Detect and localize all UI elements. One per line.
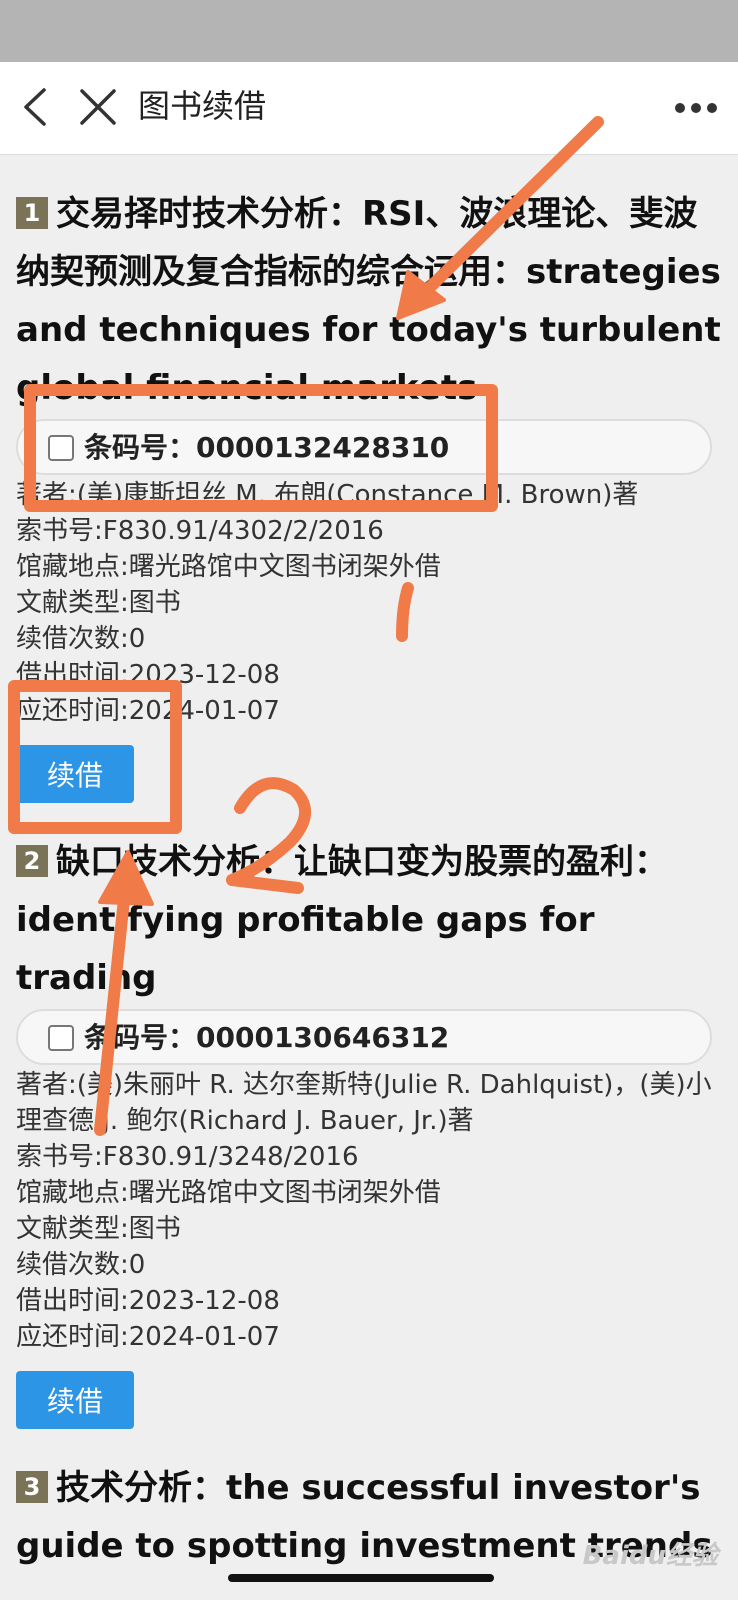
more-options-icon[interactable] [672, 90, 720, 126]
document-type: 文献类型:图书 [16, 588, 181, 618]
barcode-value: 0000130646312 [196, 1021, 450, 1054]
close-icon[interactable] [78, 86, 118, 128]
renew-button[interactable]: 续借 [16, 1371, 134, 1429]
book-item: 2 缺口技术分析：让缺口变为股票的盈利：identifying profitabl… [0, 803, 738, 1429]
book-title-text: 交易择时技术分析：RSI、波浪理论、斐波纳契预测及复合指标的综合运用：strat… [16, 194, 721, 408]
barcode-value: 0000132428310 [196, 431, 450, 464]
location: 馆藏地点:曙光路馆中文图书闭架外借 [16, 552, 441, 582]
renew-count: 续借次数:0 [16, 624, 146, 654]
book-title: 2 缺口技术分析：让缺口变为股票的盈利：identifying profitabl… [16, 803, 722, 1007]
nav-bar: 图书续借 [0, 62, 738, 155]
page-title: 图书续借 [138, 87, 267, 125]
book-number-badge: 1 [16, 197, 48, 229]
barcode-label-text: 条码号： [84, 1021, 197, 1054]
book-list: 1 交易择时技术分析：RSI、波浪理论、斐波纳契预测及复合指标的综合运用：stra… [0, 155, 738, 1575]
renew-button[interactable]: 续借 [16, 745, 134, 803]
due-date: 应还时间:2024-01-07 [16, 1322, 280, 1352]
book-title: 1 交易择时技术分析：RSI、波浪理论、斐波纳契预测及复合指标的综合运用：stra… [16, 155, 722, 417]
barcode-checkbox[interactable] [48, 435, 74, 461]
back-arrow-icon[interactable] [18, 86, 54, 128]
barcode-checkbox[interactable] [48, 1025, 74, 1051]
home-indicator[interactable] [228, 1574, 494, 1582]
book-details: 著者:(美)朱丽叶 R. 达尔奎斯特(Julie R. Dahlquist)，(… [16, 1067, 722, 1355]
watermark: Baidu经验 [582, 1541, 718, 1571]
book-details: 著者:(美)康斯坦丝 M. 布朗(Constance M. Brown)著 索书… [16, 477, 722, 729]
location: 馆藏地点:曙光路馆中文图书闭架外借 [16, 1178, 441, 1208]
book-number-badge: 3 [16, 1471, 48, 1503]
book-number-badge: 2 [16, 845, 48, 877]
book-item: 1 交易择时技术分析：RSI、波浪理论、斐波纳契预测及复合指标的综合运用：stra… [0, 155, 738, 803]
renew-count: 续借次数:0 [16, 1250, 146, 1280]
barcode-label: 条码号：0000130646312 [84, 1020, 449, 1056]
status-bar [0, 0, 738, 62]
barcode-label: 条码号：0000132428310 [84, 430, 449, 466]
barcode-row[interactable]: 条码号：0000130646312 [16, 1009, 712, 1065]
due-date: 应还时间:2024-01-07 [16, 696, 280, 726]
document-type: 文献类型:图书 [16, 1214, 181, 1244]
loan-date: 借出时间:2023-12-08 [16, 660, 280, 690]
call-number: 索书号:F830.91/3248/2016 [16, 1142, 359, 1172]
barcode-row[interactable]: 条码号：0000132428310 [16, 419, 712, 475]
author: 著者:(美)朱丽叶 R. 达尔奎斯特(Julie R. Dahlquist)，(… [16, 1070, 712, 1136]
loan-date: 借出时间:2023-12-08 [16, 1286, 280, 1316]
barcode-label-text: 条码号： [84, 431, 197, 464]
author: 著者:(美)康斯坦丝 M. 布朗(Constance M. Brown)著 [16, 480, 639, 510]
call-number: 索书号:F830.91/4302/2/2016 [16, 516, 384, 546]
book-title-text: 缺口技术分析：让缺口变为股票的盈利：identifying profitable… [16, 842, 668, 998]
